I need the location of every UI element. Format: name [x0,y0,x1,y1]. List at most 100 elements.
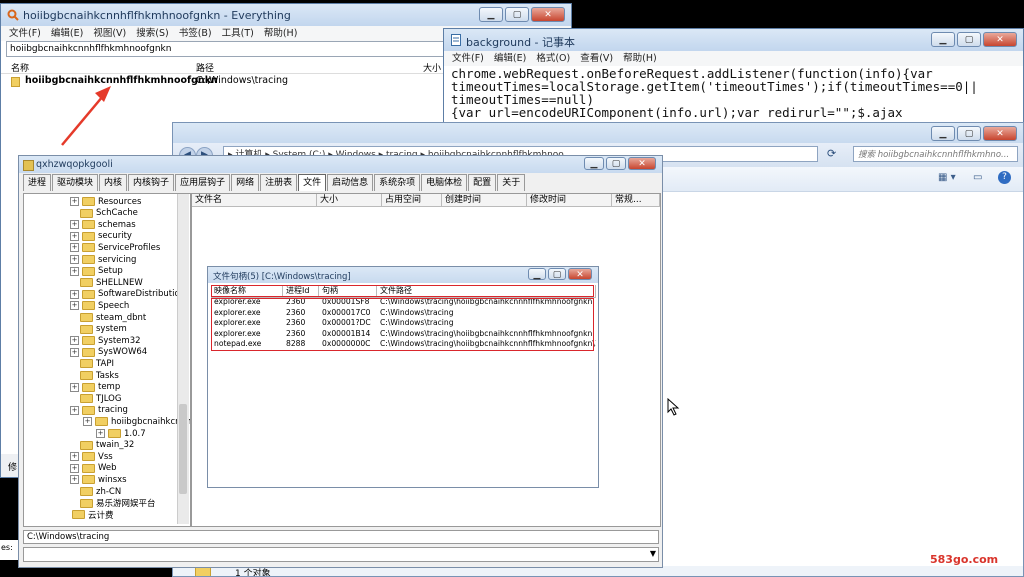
handles-titlebar[interactable]: 文件句柄(5) [C:\Windows\tracing] ▁ ▢ ✕ [208,267,598,283]
expand-icon[interactable]: + [70,243,79,253]
close-button[interactable]: ✕ [531,7,565,22]
close-button[interactable]: ✕ [628,157,656,170]
expand-icon[interactable]: + [96,429,105,438]
tree-item[interactable]: +1.0.7 [96,428,146,439]
tree-item[interactable]: + tracing [70,405,128,416]
menu-item[interactable]: 格式(O) [536,51,570,66]
tree-item[interactable]: 云计费 [62,509,114,521]
column-header[interactable]: 文件名 [192,194,317,206]
tab-item[interactable]: 内核钩子 [128,174,175,191]
column-header[interactable]: 常规... [612,194,660,206]
tab-item[interactable]: 关于 [497,174,526,191]
explorer-titlebar[interactable]: ▁ ▢ ✕ [173,123,1023,143]
tree-item[interactable]: + hoiibgbcnaihkcnnhfl [83,416,190,427]
menu-item[interactable]: 帮助(H) [264,26,298,41]
tree-item[interactable]: SchCache [70,208,138,219]
minimize-button[interactable]: ▁ [584,157,604,170]
column-path[interactable]: 路径 [196,61,214,74]
tab-item[interactable]: 驱动模块 [52,174,99,191]
expand-icon[interactable]: + [70,347,79,357]
tab-item[interactable]: 文件 [298,174,327,191]
expand-icon[interactable]: + [83,417,92,427]
maximize-button[interactable]: ▢ [548,268,566,280]
handles-table[interactable]: 映像名称 进程Id 句柄 文件路径 explorer.exe 2360 0x00001SF… [211,285,596,380]
column-header[interactable]: 大小 [317,194,382,206]
tree-item[interactable]: steam_dbnt [70,312,146,323]
menu-item[interactable]: 查看(V) [580,51,613,66]
tree-item[interactable]: 易乐游网娱平台 [70,498,156,509]
minimize-button[interactable]: ▁ [931,126,955,141]
tree-item[interactable]: + security [70,231,132,242]
minimize-button[interactable]: ▁ [479,7,503,22]
expand-icon[interactable]: + [70,463,79,473]
tree-scrollbar[interactable] [177,194,189,524]
column-header[interactable]: 修改时间 [527,194,612,206]
maximize-button[interactable]: ▢ [957,126,981,141]
expand-icon[interactable]: + [70,452,79,462]
menu-item[interactable]: 帮助(H) [623,51,657,66]
menu-item[interactable]: 文件(F) [452,51,484,66]
result-row[interactable]: hoiibgbcnaihkcnnhflfhkmhnoofgnkn C:\Wind… [9,75,449,89]
expand-icon[interactable]: + [70,266,79,276]
menu-item[interactable]: 编辑(E) [51,26,83,41]
tree-item[interactable]: + schemas [70,219,136,230]
expand-icon[interactable]: + [70,255,79,264]
expand-icon[interactable]: + [70,301,79,311]
tree-item[interactable]: TAPI [70,358,114,369]
expand-icon[interactable]: + [70,289,79,299]
path-dropdown[interactable]: ▼ [23,547,659,562]
column-size[interactable]: 大小 [423,61,441,74]
refresh-icon[interactable]: ⟳ [827,147,836,160]
menu-item[interactable]: 编辑(E) [494,51,526,66]
close-button[interactable]: ✕ [983,126,1017,141]
maximize-button[interactable]: ▢ [505,7,529,22]
preview-pane-icon[interactable]: ▭ [973,172,982,183]
everything-titlebar[interactable]: hoiibgbcnaihkcnnhflfhkmhnoofgnkn - Every… [1,4,571,27]
menu-item[interactable]: 书签(B) [179,26,212,41]
tab-item[interactable]: 启动信息 [327,174,374,191]
tree-item[interactable]: + temp [70,382,120,393]
tab-item[interactable]: 电脑体检 [421,174,468,191]
tree-item[interactable]: + SoftwareDistribution [70,289,185,300]
path-field[interactable]: C:\Windows\tracing [23,530,659,544]
column-name[interactable]: 名称 [11,61,29,74]
tree-item[interactable]: zh-CN [70,486,121,497]
maximize-button[interactable]: ▢ [606,157,626,170]
tree-item[interactable]: + servicing [70,254,136,265]
menu-item[interactable]: 视图(V) [93,26,126,41]
expand-icon[interactable]: + [70,220,79,230]
minimize-button[interactable]: ▁ [528,268,546,280]
menu-item[interactable]: 文件(F) [9,26,41,41]
tree-item[interactable]: + Resources [70,196,141,207]
minimize-button[interactable]: ▁ [931,32,955,47]
tree-item[interactable]: + winsxs [70,474,127,485]
tab-item[interactable]: 网络 [231,174,260,191]
expand-icon[interactable]: + [70,197,79,206]
expand-icon[interactable]: + [70,382,79,392]
expand-icon[interactable]: + [70,336,79,346]
expand-icon[interactable]: + [70,231,79,241]
tab-item[interactable]: 应用层钩子 [175,174,231,191]
expand-icon[interactable]: + [70,405,79,415]
tree-item[interactable]: + System32 [70,335,141,346]
tree-item[interactable]: TJLOG [70,393,121,404]
help-icon[interactable]: ? [998,171,1011,184]
expand-icon[interactable]: + [70,475,79,485]
tree-item[interactable]: + Vss [70,451,113,462]
tree-item[interactable]: + Speech [70,300,129,311]
close-button[interactable]: ✕ [983,32,1017,47]
tree-item[interactable]: + Web [70,463,117,474]
notepad-titlebar[interactable]: background - 记事本 ▁ ▢ ✕ [444,29,1023,52]
tab-item[interactable]: 注册表 [260,174,298,191]
scrollbar-thumb[interactable] [179,404,187,494]
column-header[interactable]: 占用空间 [382,194,442,206]
tree-item[interactable]: Tasks [70,370,119,381]
menu-item[interactable]: 搜索(S) [136,26,168,41]
menu-item[interactable]: 工具(T) [222,26,254,41]
tree-item[interactable]: + ServiceProfiles [70,242,160,253]
column-header[interactable]: 创建时间 [442,194,527,206]
tree-item[interactable]: + Setup [70,266,123,277]
tab-item[interactable]: 配置 [468,174,497,191]
tree-item[interactable]: twain_32 [70,440,134,451]
notepad-text-area[interactable]: chrome.webRequest.onBeforeRequest.addLis… [451,67,1021,119]
